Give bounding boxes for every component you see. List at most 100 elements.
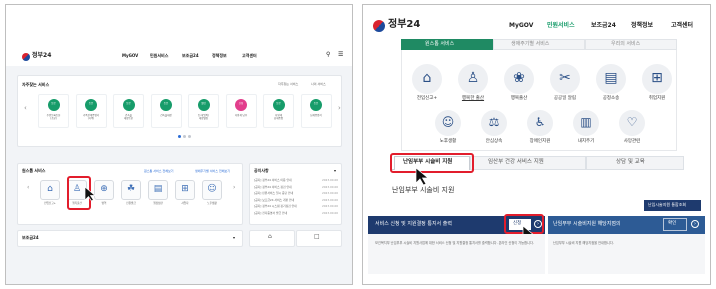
notice-row-text[interactable]: [공지] 정부24 서비스 점검 안내 — [254, 185, 292, 189]
lifecycle-icon: ☺ — [207, 184, 217, 194]
notice-row-text[interactable]: [공지] 민원서비스 일시 중단 안내 — [254, 192, 293, 195]
nav-subsidy[interactable]: 보조금24 — [182, 54, 199, 58]
frequent-item-badge: 열람 — [201, 102, 206, 105]
lifecycle-label: 행정심판 — [153, 202, 163, 205]
subsidy-expand-icon[interactable]: ▾ — [233, 236, 235, 240]
lifecycle-link-age[interactable]: 생애주기별 서비스 전체보기 — [195, 170, 230, 173]
frequent-item-label: 지방세 납부 — [234, 114, 248, 117]
lifecycle-icon: ⊞ — [181, 184, 189, 194]
service-icon: ⊞ — [651, 70, 663, 86]
service-label[interactable]: 취업지원 — [633, 96, 681, 102]
service-label[interactable]: 공공일 알림 — [541, 96, 589, 102]
card1-body — [368, 234, 545, 274]
frequent-item-badge: 등본 — [163, 102, 169, 105]
option-mine[interactable]: 나의 서비스 — [311, 83, 326, 86]
card1-title: 서비스 신청 및 지원결정 통지서 출력 — [375, 221, 452, 227]
lifecycle-title: 원스톱 서비스 — [22, 168, 46, 173]
nav-minwon[interactable]: 민원서비스 — [547, 23, 575, 29]
carousel-dot-3[interactable] — [188, 135, 191, 138]
lifecycle-icon: ⌂ — [47, 184, 53, 194]
carousel-dot-1[interactable] — [178, 135, 181, 138]
nav-policy[interactable]: 정책정보 — [631, 23, 653, 29]
cursor-arrow-icon — [84, 186, 96, 202]
service-label[interactable]: 행복한 출산 — [449, 96, 497, 102]
logo-icon — [22, 53, 30, 61]
lifecycle-link-all[interactable]: 원스톱 서비스 전체보기 — [144, 170, 174, 173]
lifecycle-label: 노후생활 — [207, 202, 217, 205]
highlight-box — [390, 153, 474, 173]
card2-arrow-icon[interactable]: › — [691, 220, 699, 228]
service-label[interactable]: 전입신고+ — [403, 96, 451, 102]
search-icon[interactable]: ⚲ — [326, 52, 330, 58]
frequent-title: 자주찾는 서비스 — [22, 82, 50, 87]
section-title: 난임부부 시술비 지원 — [392, 186, 455, 194]
frequent-item-label: 가족관계증명서 (가족) — [82, 114, 100, 121]
nav-mygov[interactable]: MyGOV — [122, 54, 138, 58]
tab-ours-label: 우리의 서비스 — [611, 41, 641, 47]
quick-button-1[interactable] — [249, 230, 295, 247]
carousel-dot-2[interactable] — [183, 135, 186, 138]
service-label[interactable]: 내지주기 — [562, 139, 610, 145]
logo-text: 정부24 — [388, 19, 421, 30]
prev-arrow-icon[interactable]: ‹ — [24, 105, 27, 112]
service-icon: ♙ — [466, 70, 480, 86]
lifecycle-label: 민원발급 — [126, 202, 136, 205]
left-screenshot: 정부24 MyGOV 민원서비스 보조금24 정책정보 고객센터 ⚲ ☰ 자주찾… — [5, 4, 353, 285]
nav-subsidy[interactable]: 보조금24 — [591, 23, 616, 29]
frequent-item-badge: 등본 — [88, 102, 94, 105]
service-icon: ▤ — [604, 70, 618, 86]
confirm-button-label: 확인 — [668, 221, 677, 226]
notice-row-text[interactable]: [공지] 보조금24 서비스 개편 안내 — [254, 198, 294, 202]
notice-row-date: 2023.00.00 — [322, 184, 339, 189]
notice-row-date: 2023.00.00 — [322, 210, 339, 215]
notice-row-text[interactable]: [공지] 전자증명서 발급 안내 — [254, 211, 287, 215]
card1-desc: 보건복지부 난임부부 시술비 지원사업에 대한 서비스 신청 및 지원결정 통지… — [375, 241, 534, 245]
option-frequent[interactable]: 자주찾는 서비스 — [278, 83, 298, 86]
lifecycle-label: 병역 — [101, 202, 107, 205]
frequent-item-badge: 등본 — [51, 102, 56, 105]
service-icon: ⌂ — [422, 70, 432, 86]
frequent-item-label: 건축물 대장등본 — [123, 114, 134, 121]
service-label[interactable]: 장애인지원 — [516, 139, 564, 145]
nav-minwon[interactable]: 민원서비스 — [150, 54, 168, 58]
notice-more-icon[interactable]: ▾ — [334, 169, 336, 173]
service-label[interactable]: 행복출산 — [495, 96, 543, 102]
nav-customer[interactable]: 고객센터 — [671, 23, 693, 29]
lifecycle-label: 사업자 — [181, 202, 189, 205]
lifecycle-prev-icon[interactable]: ‹ — [27, 185, 29, 191]
frequent-item-label: 주민등록등본 (초본) — [46, 114, 61, 121]
notice-row-date: 2023.00.00 — [322, 197, 339, 202]
tab-lifecycle-label: 생애주기별 서비스 — [511, 41, 550, 47]
notice-row-date: 2023.00.00 — [322, 178, 339, 182]
service-icon: ✂ — [559, 70, 571, 86]
nav-policy[interactable]: 정책정보 — [212, 54, 227, 58]
card2-body — [548, 234, 705, 274]
lifecycle-next-icon[interactable]: › — [233, 185, 235, 191]
service-label[interactable]: 노후생활 — [424, 139, 472, 145]
frequent-item-badge: 신청 — [238, 102, 244, 105]
notice-title: 공지사항 — [254, 168, 269, 173]
integrated-lookup-label: 난임시술지원 통합조회 — [648, 202, 687, 207]
service-label[interactable]: 공정소송 — [587, 96, 635, 102]
service-icon: ♿ — [534, 115, 546, 129]
next-arrow-icon[interactable]: › — [338, 105, 341, 112]
frequent-item-label: 토지(임야) 대장열람 — [197, 114, 210, 121]
service-icon: ♡ — [626, 115, 638, 129]
service-label[interactable]: 사망관련 — [608, 139, 656, 145]
service-icon: ▥ — [580, 115, 592, 129]
frequent-item-label: 건축물대장 — [160, 114, 172, 117]
notice-row-text[interactable]: [공지] 정부24 시스템 정기점검 안내 — [254, 205, 297, 208]
service-label[interactable]: 안심상속 — [470, 139, 518, 145]
logo-text: 정부24 — [32, 52, 52, 59]
notice-row-text[interactable]: [공지] 정부24 서비스 이용 안내 — [254, 179, 292, 182]
service-icon: ☺ — [441, 115, 455, 129]
chat-icon: □ — [314, 233, 320, 240]
nav-mygov[interactable]: MyGOV — [509, 23, 533, 29]
card2-desc: 난임부부 시술비 지원 해당지점을 안내합니다. — [553, 241, 614, 245]
tab-onestop-label: 원스톱 서비스 — [425, 41, 455, 47]
subtab-pregnant-label: 임산부 건강 서비스 지원 — [488, 159, 544, 165]
menu-icon[interactable]: ☰ — [338, 52, 343, 58]
nav-customer[interactable]: 고객센터 — [242, 54, 257, 58]
notice-row-date: 2023.00.00 — [322, 204, 339, 208]
home-icon: ⌂ — [268, 233, 272, 240]
